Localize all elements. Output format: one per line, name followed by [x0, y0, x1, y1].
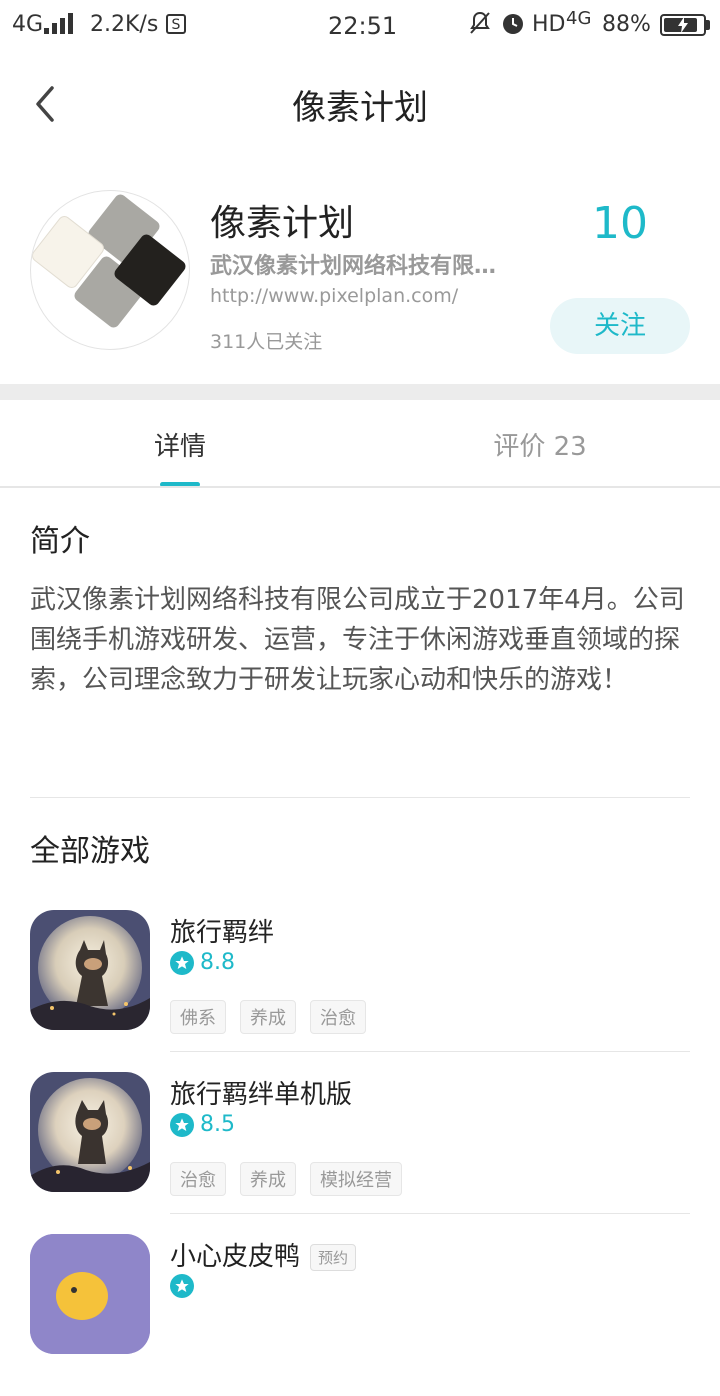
follower-count: 311人已关注: [210, 331, 323, 353]
app-notification-icon: S: [166, 14, 186, 34]
clock: 22:51: [328, 12, 398, 40]
alarm-icon: [500, 10, 526, 42]
game-tag: 养成: [240, 1162, 296, 1196]
game-tag: 治愈: [170, 1162, 226, 1196]
tabs-divider: [0, 486, 720, 488]
developer-score: 10: [592, 198, 648, 249]
page-title: 像素计划: [292, 88, 428, 128]
game-title: 旅行羁绊: [170, 918, 275, 948]
game-icon: [30, 910, 150, 1030]
star-icon: [170, 1274, 194, 1298]
game-title: 旅行羁绊单机版: [170, 1080, 353, 1110]
signal-icon: [44, 13, 74, 34]
game-tag: 治愈: [310, 1000, 366, 1034]
game-tags: 佛系 养成 治愈: [170, 1000, 380, 1034]
battery-icon: [660, 14, 706, 36]
game-item[interactable]: 旅行羁绊单机版 8.5 治愈 养成 模拟经营: [0, 1072, 720, 1234]
game-item[interactable]: 小心皮皮鸭 预约: [0, 1234, 720, 1396]
star-icon: [170, 1112, 194, 1137]
developer-logo: [30, 190, 190, 350]
game-rating: 8.5: [170, 1112, 235, 1137]
rating-value: 8.5: [200, 1112, 235, 1137]
status-bar: 4G 2.2K/s S 22:51 HD 4G 88%: [0, 0, 720, 52]
game-divider: [170, 1213, 690, 1214]
game-icon: [30, 1234, 150, 1354]
network-type-secondary: 4G: [566, 8, 592, 29]
game-tag: 佛系: [170, 1000, 226, 1034]
game-tags: 治愈 养成 模拟经营: [170, 1162, 416, 1196]
game-divider: [170, 1051, 690, 1052]
section-divider: [0, 384, 720, 400]
game-rating: 8.8: [170, 950, 235, 975]
developer-name: 像素计划: [210, 203, 355, 244]
network-type: 4G: [12, 12, 44, 37]
game-rating: [170, 1274, 200, 1298]
intro-divider: [30, 797, 690, 798]
star-icon: [170, 950, 194, 975]
tab-details[interactable]: 详情: [0, 426, 360, 463]
network-speed: 2.2K/s: [90, 12, 159, 37]
game-tag: 模拟经营: [310, 1162, 402, 1196]
game-title: 小心皮皮鸭: [170, 1242, 301, 1272]
company-name: 武汉像素计划网络科技有限公司: [210, 254, 510, 279]
hd-indicator: HD: [532, 12, 566, 37]
mute-icon: [468, 10, 492, 42]
preorder-badge: 预约: [310, 1244, 357, 1271]
battery-tip: [706, 20, 710, 30]
rating-value: 8.8: [200, 950, 235, 975]
follow-button[interactable]: 关注: [550, 298, 690, 354]
game-tag: 养成: [240, 1000, 296, 1034]
game-icon: [30, 1072, 150, 1192]
game-item[interactable]: 旅行羁绊 8.8 佛系 养成 治愈: [0, 910, 720, 1072]
battery-percent: 88%: [602, 12, 651, 37]
tab-reviews[interactable]: 评价 23: [360, 426, 720, 463]
intro-text: 武汉像素计划网络科技有限公司成立于2017年4月。公司围绕手机游戏研发、运营，专…: [30, 585, 685, 695]
games-heading: 全部游戏: [30, 834, 150, 869]
intro-heading: 简介: [30, 524, 90, 559]
website-link[interactable]: http://www.pixelplan.com/: [210, 285, 458, 307]
game-title-row: 小心皮皮鸭 预约: [170, 1236, 357, 1273]
